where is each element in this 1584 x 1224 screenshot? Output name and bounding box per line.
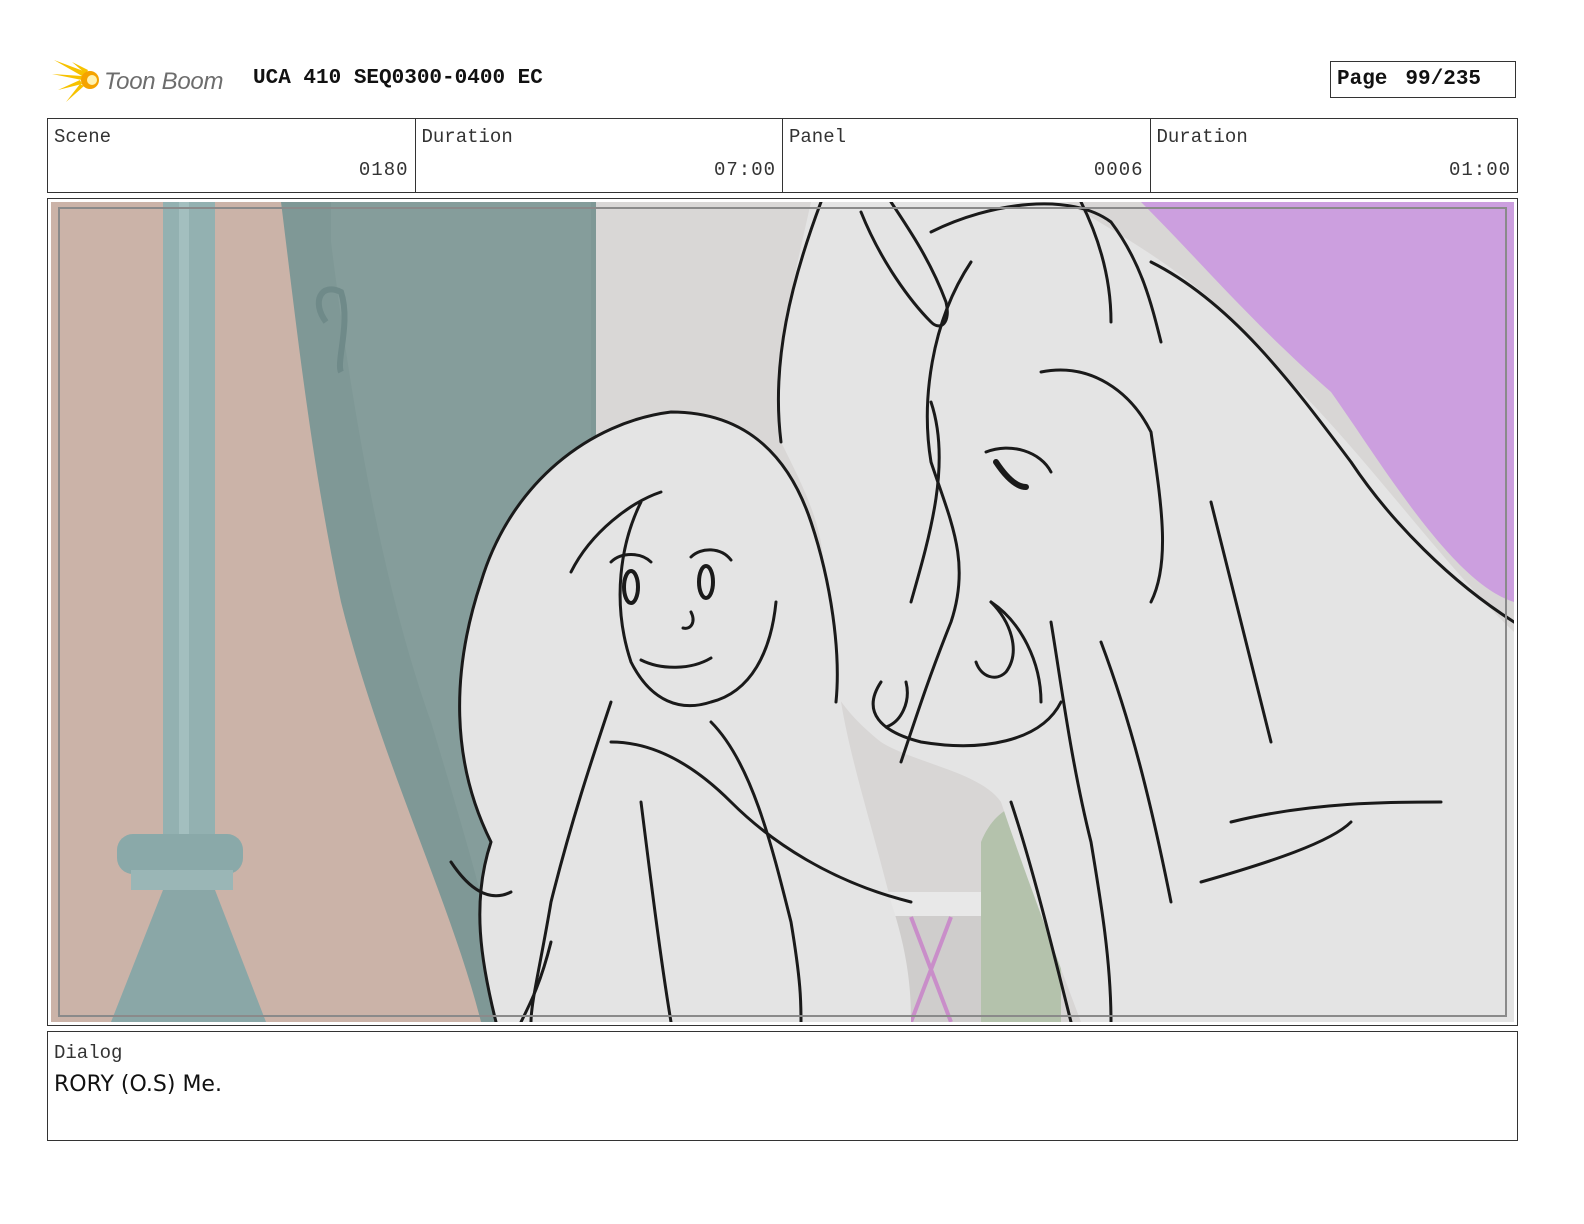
scene-duration-label: Duration [421, 126, 513, 148]
scene-value: 0180 [358, 159, 409, 181]
panel-value: 0006 [1093, 159, 1144, 181]
panel-duration-value: 01:00 [1448, 159, 1511, 181]
panel-info-table: Scene 0180 Duration 07:00 Panel 0006 Dur… [47, 118, 1518, 193]
dialog-text: RORY (O.S) Me. [54, 1072, 222, 1097]
panel-cell: Panel 0006 [783, 119, 1151, 192]
page-number: 99/235 [1405, 68, 1482, 91]
starburst-icon [52, 60, 99, 102]
scene-label: Scene [54, 126, 112, 148]
dialog-box: Dialog RORY (O.S) Me. [47, 1031, 1518, 1141]
logo-wordmark: Toon Boom [104, 68, 224, 95]
scene-duration-cell: Duration 07:00 [416, 119, 783, 192]
panel-label: Panel [789, 126, 847, 148]
storyboard-drawing [51, 202, 1514, 1022]
scene-duration-value: 07:00 [713, 159, 776, 181]
dialog-label: Dialog [54, 1042, 123, 1064]
panel-duration-label: Duration [1156, 126, 1248, 148]
toon-boom-logo: Toon Boom [52, 56, 242, 108]
document-title: UCA 410 SEQ0300-0400 EC [253, 67, 543, 90]
storyboard-panel [47, 198, 1518, 1026]
scene-cell: Scene 0180 [48, 119, 416, 192]
page-indicator: Page 99/235 [1330, 61, 1516, 98]
page-label: Page [1337, 68, 1388, 91]
panel-duration-cell: Duration 01:00 [1151, 119, 1518, 192]
